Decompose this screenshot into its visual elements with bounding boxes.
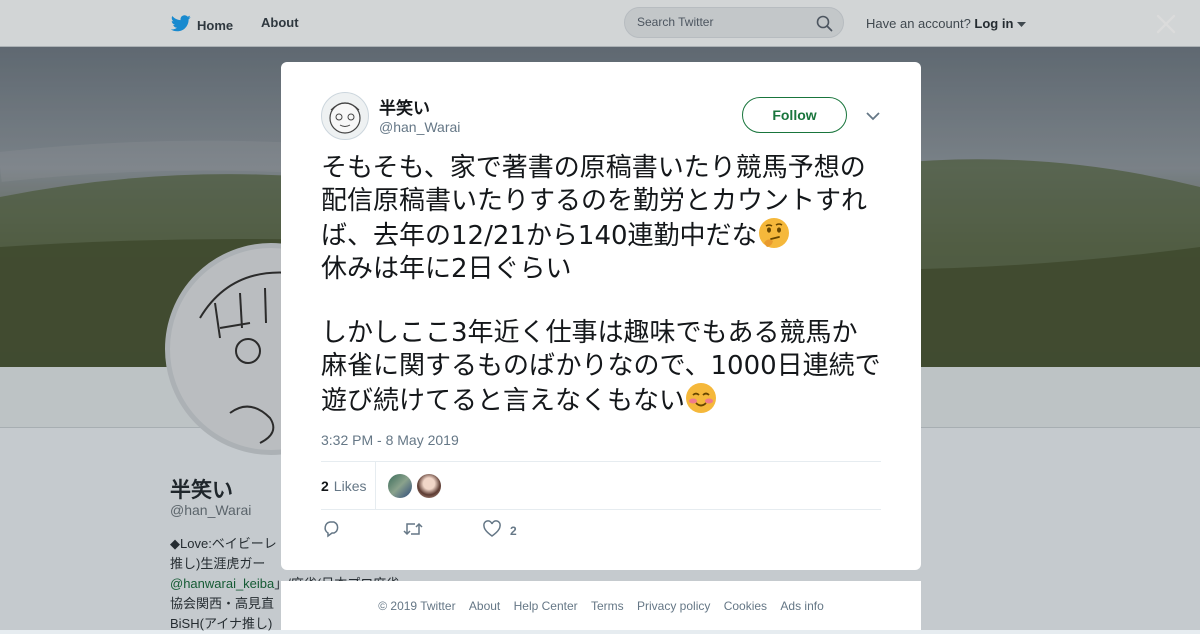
search-icon[interactable]: [816, 15, 833, 37]
search-input[interactable]: [635, 14, 809, 30]
like-count: 2: [510, 523, 517, 538]
nav-about[interactable]: About: [261, 15, 299, 30]
heart-icon[interactable]: [483, 520, 501, 541]
footer: © 2019 Twitter About Help Center Terms P…: [281, 581, 921, 630]
chevron-down-icon[interactable]: [866, 108, 880, 126]
footer-copyright: © 2019 Twitter: [378, 599, 456, 613]
footer-privacy-link[interactable]: Privacy policy: [637, 599, 710, 613]
profile-name: 半笑い: [170, 479, 233, 502]
have-account-text: Have an account?: [866, 16, 971, 31]
nav-home-label: Home: [197, 17, 234, 33]
tweet-paragraph: そもそも、家で著書の原稿書いたり競馬予想の配信原稿書いたりするのを勤労とカウント…: [321, 152, 883, 253]
footer-links: © 2019 Twitter About Help Center Terms P…: [281, 599, 921, 613]
nav-home[interactable]: Home: [170, 15, 234, 35]
twitter-bird-icon: [170, 15, 191, 35]
tweet-text-span: しかしここ3年近く仕事は趣味でもある競馬か麻雀に関するものばかりなので、1000…: [321, 318, 881, 416]
tweet-stats: 2 Likes: [321, 461, 881, 510]
profile-handle: @han_Warai: [170, 502, 252, 518]
author-name[interactable]: 半笑い: [379, 94, 430, 119]
reply-icon[interactable]: [323, 520, 341, 541]
smiling-face-blushing-emoji-icon: [685, 382, 717, 414]
reply-action[interactable]: [323, 520, 341, 541]
nav-about-label: About: [261, 15, 299, 30]
bio-link[interactable]: @hanwarai_keiba: [170, 576, 274, 591]
author-avatar[interactable]: [321, 92, 369, 140]
top-navigation-bar: Home About Have an account? Log in: [0, 0, 1200, 47]
footer-cookies-link[interactable]: Cookies: [724, 599, 767, 613]
tweet-actions: 2: [321, 519, 621, 541]
search-box[interactable]: [624, 7, 844, 38]
close-icon[interactable]: [1155, 13, 1177, 40]
thinking-face-emoji-icon: [758, 217, 790, 249]
tweet-paragraph: しかしここ3年近く仕事は趣味でもある競馬か麻雀に関するものばかりなので、1000…: [321, 317, 883, 418]
login-link[interactable]: Log in: [974, 16, 1013, 31]
likes-label: Likes: [333, 478, 367, 494]
footer-help-center-link[interactable]: Help Center: [514, 599, 578, 613]
tweet-timestamp[interactable]: 3:32 PM - 8 May 2019: [321, 432, 459, 448]
footer-about-link[interactable]: About: [469, 599, 500, 613]
liker-avatar[interactable]: [417, 474, 441, 498]
like-action[interactable]: 2: [483, 520, 517, 541]
login-area[interactable]: Have an account? Log in: [866, 16, 1027, 31]
tweet-paragraph: 休みは年に2日ぐらい: [321, 253, 572, 284]
author-handle[interactable]: @han_Warai: [379, 119, 460, 135]
liker-avatar[interactable]: [388, 474, 412, 498]
likes-stat[interactable]: 2 Likes: [321, 478, 366, 494]
likes-count: 2: [321, 478, 329, 494]
stats-divider: [375, 462, 376, 509]
follow-button[interactable]: Follow: [742, 97, 847, 133]
retweet-action[interactable]: [403, 520, 423, 541]
tweet-text: そもそも、家で著書の原稿書いたり競馬予想の配信原稿書いたりするのを勤労とカウント…: [321, 152, 883, 418]
caret-down-icon[interactable]: [1017, 16, 1027, 31]
retweet-icon[interactable]: [403, 520, 423, 541]
footer-terms-link[interactable]: Terms: [591, 599, 624, 613]
tweet-modal: 半笑い @han_Warai Follow そもそも、家で著書の原稿書いたり競馬…: [281, 62, 921, 570]
footer-ads-info-link[interactable]: Ads info: [780, 599, 823, 613]
